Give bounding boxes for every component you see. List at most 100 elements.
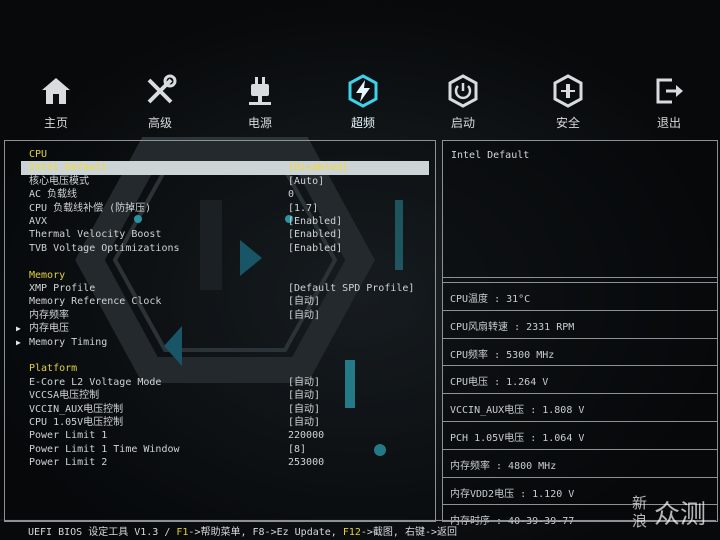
setting-value[interactable]: [自动] <box>288 403 320 416</box>
tab-overclock-label: 超频 <box>350 116 375 130</box>
setting-value[interactable]: [自动] <box>288 295 320 308</box>
setting-value[interactable]: [Enabled] <box>288 242 342 255</box>
monitor-value: PCH 1.05V电压 : 1.064 V <box>450 432 585 444</box>
footer-prefix: UEFI BIOS 设定工具 V1.3 / <box>28 527 177 538</box>
monitor-value: 内存VDD2电压 : 1.120 V <box>450 488 575 500</box>
help-box: Intel Default <box>443 141 717 278</box>
setting-value[interactable]: 0 <box>288 188 294 201</box>
setting-row[interactable]: Power Limit 1 220000 <box>5 429 435 442</box>
monitor-value: CPU温度 : 31°C <box>450 294 531 305</box>
setting-row[interactable]: CPU 1.05V电压控制 [自动] <box>5 416 435 429</box>
setting-label: 核心电压模式 <box>29 175 89 187</box>
setting-label: Power Limit 1 Time Window <box>29 443 180 455</box>
setting-label: Memory Timing <box>29 336 108 348</box>
setting-label: XMP Profile <box>29 283 96 294</box>
setting-label: Memory Reference Clock <box>29 296 162 308</box>
footer-help: UEFI BIOS 设定工具 V1.3 / F1->帮助菜单, F8->Ez U… <box>28 523 457 538</box>
monitor-value: VCCIN_AUX电压 : 1.808 V <box>450 405 585 417</box>
setting-value[interactable]: 253000 <box>288 456 324 469</box>
setting-row[interactable]: E-Core L2 Voltage Mode [自动] <box>5 376 435 389</box>
submenu-row[interactable]: ▶ 内存电压 <box>5 322 435 335</box>
setting-value[interactable]: [Default SPD Profile] <box>288 282 414 295</box>
monitor-value: CPU频率 : 5300 MHz <box>450 349 555 361</box>
watermark-text: 众测 <box>654 500 707 530</box>
setting-row[interactable]: Memory Reference Clock [自动] <box>5 295 435 308</box>
setting-label: CPU 1.05V电压控制 <box>29 417 124 428</box>
f1-text: ->帮助菜单, F8->Ez Update, <box>188 527 343 538</box>
monitor-row: 内存频率 : 4800 MHz <box>443 448 717 477</box>
power-icon <box>448 74 478 108</box>
tab-boot[interactable]: 启动 <box>423 70 503 132</box>
setting-row[interactable]: 核心电压模式 [Auto] <box>5 175 435 188</box>
shield-icon <box>553 74 583 108</box>
section-cpu: CPU <box>5 148 435 161</box>
submenu-arrow-icon: ▶ <box>16 337 21 347</box>
monitor-row: CPU风扇转速 : 2331 RPM <box>443 309 717 338</box>
tab-security[interactable]: 安全 <box>528 70 608 132</box>
tab-boot-label: 启动 <box>450 116 475 130</box>
setting-row[interactable]: XMP Profile [Default SPD Profile] <box>5 282 435 295</box>
tab-power-label: 电源 <box>247 116 272 130</box>
monitor-row: VCCIN_AUX电压 : 1.808 V <box>443 393 717 421</box>
setting-label: Power Limit 1 <box>29 430 108 442</box>
setting-value[interactable]: [8] <box>288 443 306 456</box>
tab-power[interactable]: 电源 <box>220 70 300 132</box>
setting-value[interactable]: [Auto] <box>288 175 324 188</box>
settings-panel: CPU Intel Default [Disabled] 核心电压模式 [Aut… <box>4 140 436 522</box>
setting-label: VCCIN_AUX电压控制 <box>29 403 124 415</box>
setting-value[interactable]: [1.7] <box>288 202 318 215</box>
monitor-row: CPU温度 : 31°C <box>443 282 717 310</box>
setting-label: Power Limit 2 <box>29 457 108 469</box>
section-title: CPU <box>29 149 48 160</box>
setting-value[interactable]: [自动] <box>288 376 320 389</box>
section-memory: Memory <box>5 269 435 282</box>
setting-value[interactable]: [Disabled] <box>288 161 348 174</box>
setting-row[interactable]: VCCSA电压控制 [自动] <box>5 389 435 402</box>
setting-value[interactable]: 220000 <box>288 429 324 442</box>
setting-value[interactable]: [自动] <box>288 389 320 402</box>
info-panel: Intel Default CPU温度 : 31°C CPU风扇转速 : 233… <box>442 140 718 527</box>
monitor-row: PCH 1.05V电压 : 1.064 V <box>443 420 717 449</box>
setting-label: Thermal Velocity Boost <box>29 229 162 241</box>
lightning-icon <box>348 74 378 108</box>
tab-advanced[interactable]: 高级 <box>120 70 200 132</box>
setting-row[interactable]: VCCIN_AUX电压控制 [自动] <box>5 403 435 416</box>
setting-row[interactable]: Intel Default [Disabled] <box>21 161 429 175</box>
setting-label: AC 负载线 <box>29 189 78 201</box>
setting-row[interactable]: CPU 负载线补偿 (防掉压) [1.7] <box>5 202 435 215</box>
monitor-row: CPU频率 : 5300 MHz <box>443 337 717 366</box>
tab-overclock[interactable]: 超频 <box>323 70 403 132</box>
setting-row[interactable]: AVX [Enabled] <box>5 215 435 228</box>
plug-icon <box>249 77 271 105</box>
top-nav: 主页 高级 电源 超频 启动 安全 退出 <box>0 70 720 134</box>
exit-icon <box>656 78 683 104</box>
section-platform: Platform <box>5 362 435 375</box>
footer-bar: UEFI BIOS 设定工具 V1.3 / F1->帮助菜单, F8->Ez U… <box>4 520 716 539</box>
setting-label: AVX <box>29 216 48 227</box>
watermark: 新 浪 众测 <box>628 490 718 530</box>
setting-value[interactable]: [自动] <box>288 416 320 429</box>
setting-row[interactable]: Power Limit 2 253000 <box>5 456 435 469</box>
setting-label: Intel Default <box>29 162 108 174</box>
tab-exit-label: 退出 <box>656 116 681 130</box>
setting-row[interactable]: AC 负载线 0 <box>5 188 435 201</box>
setting-row[interactable]: Power Limit 1 Time Window [8] <box>5 443 435 456</box>
tools-icon <box>147 74 177 104</box>
setting-value[interactable]: [Enabled] <box>288 228 342 241</box>
monitor-value: CPU风扇转速 : 2331 RPM <box>450 321 575 333</box>
tab-home[interactable]: 主页 <box>16 70 96 132</box>
f1-key: F1 <box>176 527 189 538</box>
setting-label: 内存频率 <box>29 309 69 321</box>
setting-row[interactable]: Thermal Velocity Boost [Enabled] <box>5 228 435 241</box>
setting-value[interactable]: [Enabled] <box>288 215 342 228</box>
watermark-char-2: 浪 <box>632 512 648 530</box>
setting-label: VCCSA电压控制 <box>29 390 100 402</box>
setting-row[interactable]: TVB Voltage Optimizations [Enabled] <box>5 242 435 255</box>
setting-label: TVB Voltage Optimizations <box>29 242 180 254</box>
setting-row[interactable]: 内存频率 [自动] <box>5 309 435 322</box>
setting-label: E-Core L2 Voltage Mode <box>29 376 162 388</box>
submenu-row[interactable]: ▶ Memory Timing <box>5 336 435 349</box>
f12-text: ->截图, 右键->返回 <box>360 527 457 538</box>
setting-value[interactable]: [自动] <box>288 309 320 322</box>
tab-exit[interactable]: 退出 <box>629 70 709 132</box>
